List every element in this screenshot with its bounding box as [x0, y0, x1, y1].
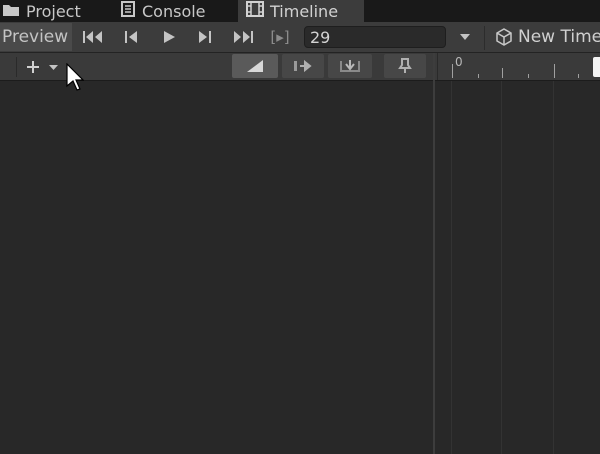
ripple-icon: [294, 59, 312, 73]
ruler-start-label: 0: [455, 55, 463, 69]
preview-button[interactable]: Preview: [0, 23, 72, 51]
playhead-handle[interactable]: [593, 57, 600, 77]
cube-icon: [494, 27, 514, 47]
timeline-track-area[interactable]: [0, 81, 600, 454]
next-frame-icon: [199, 31, 211, 43]
folder-icon: [2, 2, 20, 21]
replace-mode-button[interactable]: [328, 54, 372, 78]
splitter[interactable]: [433, 53, 435, 454]
add-track-button[interactable]: [20, 55, 64, 79]
go-to-end-button[interactable]: [230, 27, 256, 47]
play-range-button[interactable]: [▸]: [264, 27, 296, 47]
tab-project[interactable]: Project: [2, 0, 110, 22]
skip-to-end-icon: [234, 31, 253, 43]
tab-console[interactable]: Console: [120, 0, 235, 22]
tab-timeline[interactable]: Timeline: [238, 0, 364, 22]
window-tab-bar: Project Console Timeline: [0, 0, 600, 22]
tab-timeline-label: Timeline: [270, 1, 339, 21]
time-ruler[interactable]: 0: [437, 53, 600, 80]
console-icon: [120, 1, 136, 21]
new-timeline-label: New Time: [518, 27, 600, 47]
ramp-icon: [247, 60, 263, 72]
current-frame-field[interactable]: 29: [304, 26, 446, 48]
snap-button[interactable]: [384, 54, 426, 78]
pin-icon: [398, 58, 412, 73]
tab-project-label: Project: [26, 1, 81, 21]
next-frame-button[interactable]: [194, 27, 216, 47]
chevron-down-icon: [460, 34, 470, 40]
replace-icon: [340, 60, 360, 72]
film-icon: [246, 1, 264, 21]
tab-console-label: Console: [142, 1, 206, 21]
ripple-mode-button[interactable]: [282, 54, 324, 78]
mouse-cursor-icon: [66, 62, 85, 95]
clip-edit-mode-button[interactable]: [232, 54, 278, 78]
plus-icon: [27, 61, 58, 73]
go-to-start-button[interactable]: [80, 27, 106, 47]
previous-frame-button[interactable]: [120, 27, 142, 47]
play-icon: [164, 31, 175, 43]
previous-frame-icon: [125, 31, 137, 43]
new-timeline-asset-button[interactable]: New Time: [494, 26, 600, 48]
timeline-dropdown-button[interactable]: [456, 27, 474, 47]
skip-to-start-icon: [83, 31, 102, 43]
play-button[interactable]: [158, 27, 180, 47]
